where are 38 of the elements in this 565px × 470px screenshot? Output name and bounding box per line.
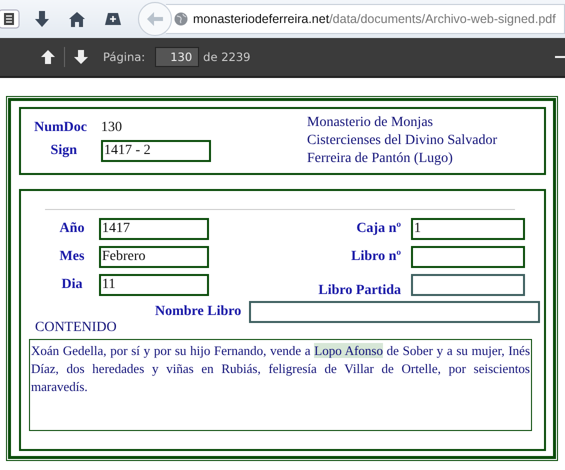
institution-line: Ferreira de Pantón (Lugo) xyxy=(307,150,454,168)
sign-label: Sign xyxy=(50,143,78,159)
input-field[interactable]: 11 xyxy=(99,274,209,296)
field-label: Caja nº xyxy=(355,221,401,237)
field-label: Mes xyxy=(58,249,86,265)
page-label: Página: xyxy=(103,50,146,64)
numdoc-value: 130 xyxy=(101,120,123,136)
field-label: Año xyxy=(58,221,86,237)
input-field[interactable]: 1 xyxy=(411,218,525,240)
address-bar[interactable]: monasteriodeferreira.net/data/documents/Archivo-web-signed.pdf xyxy=(166,4,565,34)
input-field[interactable] xyxy=(411,246,525,268)
url-path: /data/documents/Archivo-web-signed.pdf xyxy=(329,12,556,26)
sign-field[interactable]: 1417 - 2 xyxy=(101,140,211,162)
next-page-icon[interactable] xyxy=(73,49,89,65)
page-number-field[interactable]: 130 xyxy=(155,47,200,67)
previous-page-icon[interactable] xyxy=(40,49,56,65)
reading-list-icon[interactable] xyxy=(0,9,20,29)
contenido-label: CONTENIDO xyxy=(35,320,118,336)
page-total: de 2239 xyxy=(203,50,250,64)
content-text-area[interactable]: Xoán Gedella, por sí y por su hijo Fernando, vende a Lopo Afonso de Sober y a su mujer, Inés Díaz, dos heredades y viñas en Rubiás, feligresía de Villar de Ortelle, por seiscientos maravedís. xyxy=(29,339,532,431)
institution-line: Cistercienses del Divino Salvador xyxy=(307,132,498,150)
input-field[interactable] xyxy=(411,274,525,296)
field-label: Nombre Libro xyxy=(155,304,242,320)
numdoc-label: NumDoc xyxy=(33,120,88,136)
zoom-out-icon[interactable] xyxy=(555,55,565,59)
field-label: Libro Partida xyxy=(317,283,401,299)
home-icon[interactable] xyxy=(68,10,86,28)
field-label: Dia xyxy=(60,277,84,293)
field-label: Libro nº xyxy=(350,249,401,265)
institution-line: Monasterio de Monjas xyxy=(307,114,434,132)
back-arrow-icon xyxy=(146,11,164,27)
input-field[interactable]: Febrero xyxy=(99,246,209,268)
input-field[interactable]: 1417 xyxy=(99,218,209,240)
url-domain: monasteriodeferreira.net xyxy=(193,12,330,26)
globe-icon xyxy=(174,12,188,26)
add-bookmark-icon[interactable] xyxy=(104,12,122,26)
input-field[interactable] xyxy=(249,301,540,323)
download-icon[interactable] xyxy=(34,10,50,28)
